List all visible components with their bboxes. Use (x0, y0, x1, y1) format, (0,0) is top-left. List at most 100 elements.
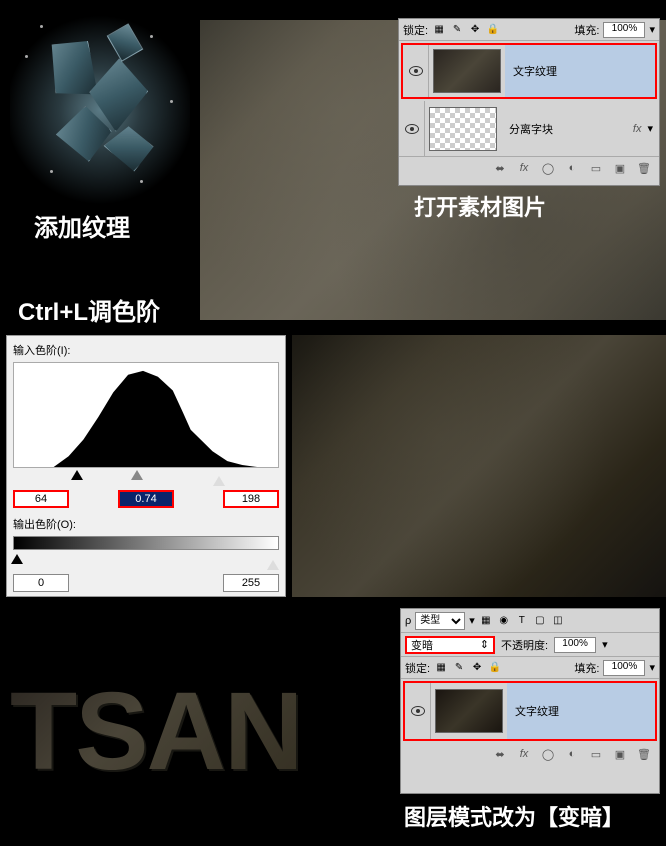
lock-fill-row: 锁定: ▦ ✎ ✥ 🔒 填充: 100% ▾ (399, 19, 659, 41)
group-icon[interactable]: ▭ (589, 747, 603, 761)
adjustment-icon[interactable]: ◐ (565, 161, 579, 175)
filter-shape-icon[interactable]: ▢ (533, 614, 547, 628)
filter-adjust-icon[interactable]: ◉ (497, 614, 511, 628)
fx-icon[interactable]: fx (517, 161, 531, 175)
input-values-row (13, 490, 279, 508)
lock-label: 锁定: (403, 22, 428, 38)
chevron-down-icon[interactable]: ▾ (647, 122, 659, 135)
layer-list-2: 文字纹理 (401, 681, 659, 741)
opacity-input[interactable]: 100% (554, 637, 596, 653)
trash-icon[interactable]: 🗑 (637, 747, 651, 761)
visibility-toggle[interactable] (405, 683, 431, 739)
mask-icon[interactable]: ◯ (541, 161, 555, 175)
chevron-down-icon[interactable]: ▾ (469, 614, 475, 627)
lock-all-icon[interactable]: 🔒 (486, 23, 500, 37)
blend-mode-select[interactable]: 变暗 ⇕ (405, 636, 495, 654)
layers-panel-top: 锁定: ▦ ✎ ✥ 🔒 填充: 100% ▾ 文字纹理 分离字块 fx ▾ (398, 18, 660, 186)
output-levels-label: 输出色阶(O): (13, 516, 279, 532)
output-slider-track[interactable] (13, 554, 279, 568)
output-low-input[interactable] (13, 574, 69, 592)
visibility-toggle[interactable] (399, 101, 425, 156)
caption-add-texture: 添加纹理 (34, 208, 130, 243)
output-gradient[interactable] (13, 536, 279, 550)
lock-fill-row-2: 锁定: ▦ ✎ ✥ 🔒 填充: 100% ▾ (401, 657, 659, 679)
levels-dialog: 输入色阶(I): 输出色阶(O): (6, 335, 286, 597)
lock-transparent-icon[interactable]: ▦ (434, 661, 448, 675)
layer-thumbnail[interactable] (429, 107, 497, 151)
lock-transparent-icon[interactable]: ▦ (432, 23, 446, 37)
section-blend-mode: TSAN TSAN ρ 类型 ▾ ▦ ◉ T ▢ ◫ 变暗 ⇕ 不透明度: 10… (0, 608, 666, 846)
eye-icon (409, 66, 423, 76)
chevron-down-icon[interactable]: ▾ (649, 23, 655, 36)
eye-icon (411, 706, 425, 716)
fx-icon[interactable]: fx (517, 747, 531, 761)
layer-panel-footer-2: ⬌ fx ◯ ◐ ▭ ▣ 🗑 (401, 743, 659, 765)
highlight-slider[interactable] (213, 470, 225, 486)
layer-name[interactable]: 分离字块 (501, 101, 633, 156)
stencil-text: TSAN (10, 668, 390, 808)
output-high-input[interactable] (223, 574, 279, 592)
eye-icon (405, 124, 419, 134)
layer-thumbnail[interactable] (433, 49, 501, 93)
lock-all-icon[interactable]: 🔒 (488, 661, 502, 675)
gamma-input[interactable] (118, 490, 174, 508)
layer-name[interactable]: 文字纹理 (505, 45, 655, 97)
layer-row-split-blocks[interactable]: 分离字块 fx ▾ (399, 101, 659, 157)
fx-badge[interactable]: fx (633, 123, 648, 135)
section-levels: 输入色阶(I): 输出色阶(O): (0, 335, 666, 603)
type-filter-select[interactable]: 类型 (415, 612, 465, 630)
lock-paint-icon[interactable]: ✎ (450, 23, 464, 37)
blend-mode-value: 变暗 (411, 637, 433, 653)
layer-row-text-texture[interactable]: 文字纹理 (401, 43, 657, 99)
caption-ctrl-l-levels: Ctrl+L调色阶 (18, 292, 160, 327)
lock-move-icon[interactable]: ✥ (468, 23, 482, 37)
filter-icon[interactable]: ρ (405, 615, 411, 627)
adjustment-icon[interactable]: ◐ (565, 747, 579, 761)
lock-move-icon[interactable]: ✥ (470, 661, 484, 675)
lock-label: 锁定: (405, 660, 430, 676)
input-levels-label: 输入色阶(I): (13, 342, 279, 358)
input-slider-track[interactable] (13, 470, 279, 484)
filter-smart-icon[interactable]: ◫ (551, 614, 565, 628)
layers-panel-bottom: ρ 类型 ▾ ▦ ◉ T ▢ ◫ 变暗 ⇕ 不透明度: 100% ▾ 锁定: ▦… (400, 608, 660, 794)
link-icon[interactable]: ⬌ (493, 747, 507, 761)
opacity-label: 不透明度: (501, 637, 548, 653)
fill-label: 填充: (574, 22, 599, 38)
type-filter-row: ρ 类型 ▾ ▦ ◉ T ▢ ◫ (401, 609, 659, 633)
layer-panel-footer: ⬌ fx ◯ ◐ ▭ ▣ 🗑 (399, 157, 659, 179)
trash-icon[interactable]: 🗑 (637, 161, 651, 175)
output-values-row (13, 574, 279, 592)
output-low-slider[interactable] (11, 554, 23, 564)
new-layer-icon[interactable]: ▣ (613, 161, 627, 175)
new-layer-icon[interactable]: ▣ (613, 747, 627, 761)
blend-opacity-row: 变暗 ⇕ 不透明度: 100% ▾ (401, 633, 659, 657)
filter-text-icon[interactable]: T (515, 614, 529, 628)
shadow-input[interactable] (13, 490, 69, 508)
fill-label: 填充: (574, 660, 599, 676)
visibility-toggle[interactable] (403, 45, 429, 97)
layer-row-text-texture-2[interactable]: 文字纹理 (403, 681, 657, 741)
layer-thumbnail[interactable] (435, 689, 503, 733)
shard-artwork (10, 10, 190, 210)
histogram (13, 362, 279, 468)
output-high-slider[interactable] (267, 554, 279, 570)
lock-paint-icon[interactable]: ✎ (452, 661, 466, 675)
mask-icon[interactable]: ◯ (541, 747, 555, 761)
link-icon[interactable]: ⬌ (493, 161, 507, 175)
texture-preview-2 (292, 335, 666, 597)
chevron-down-icon: ⇕ (480, 638, 489, 651)
chevron-down-icon[interactable]: ▾ (649, 661, 655, 674)
highlight-input[interactable] (223, 490, 279, 508)
filter-pixel-icon[interactable]: ▦ (479, 614, 493, 628)
chevron-down-icon[interactable]: ▾ (602, 638, 608, 651)
gamma-slider[interactable] (131, 470, 143, 480)
layer-list: 文字纹理 分离字块 fx ▾ (399, 43, 659, 157)
section-add-texture: 添加纹理 Ctrl+L调色阶 锁定: ▦ ✎ ✥ 🔒 填充: 100% ▾ 文字… (0, 0, 666, 330)
shadow-slider[interactable] (71, 470, 83, 480)
caption-open-material: 打开素材图片 (414, 190, 546, 222)
layer-name[interactable]: 文字纹理 (507, 683, 655, 739)
group-icon[interactable]: ▭ (589, 161, 603, 175)
fill-input[interactable]: 100% (603, 660, 645, 676)
caption-blend-mode: 图层模式改为【变暗】 (404, 800, 624, 832)
fill-input[interactable]: 100% (603, 22, 645, 38)
